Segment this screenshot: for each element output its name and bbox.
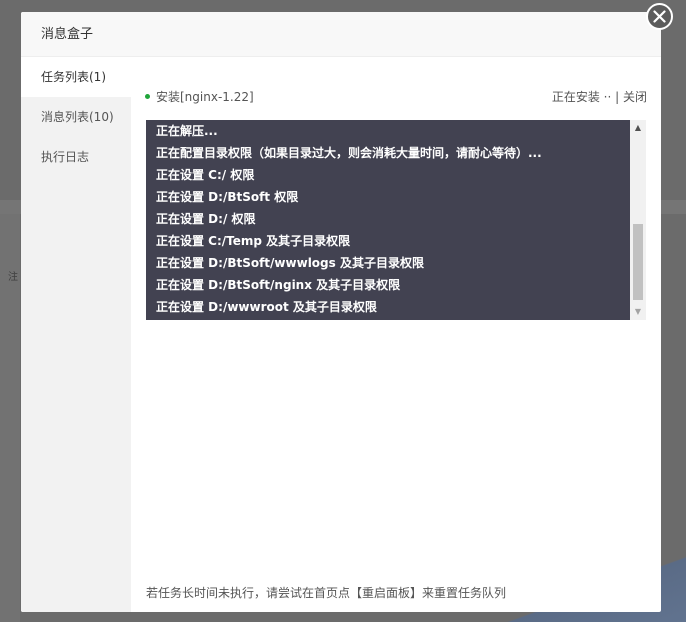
close-icon[interactable]	[646, 3, 673, 30]
log-line: 正在设置 C:/Temp 及其子目录权限	[156, 234, 351, 248]
task-close-button[interactable]: | 关闭	[615, 90, 647, 104]
log-line: 正在设置 C:/ 权限	[156, 168, 255, 182]
log-lines: 正在解压... 正在配置目录权限（如果目录过大，则会消耗大量时间，请耐心等待）.…	[146, 120, 630, 318]
log-scrollbar[interactable]: ▲ ▼	[630, 120, 646, 320]
log-line: 正在解压...	[156, 124, 218, 138]
sidebar-item-label: 任务列表(1)	[41, 70, 106, 84]
close-x-glyph	[653, 10, 666, 23]
task-queue-hint: 若任务长时间未执行，请尝试在首页点【重启面板】来重置任务队列	[146, 586, 507, 600]
log-line: 正在配置目录权限（如果目录过大，则会消耗大量时间，请耐心等待）...	[156, 146, 542, 160]
task-actions: 正在安装 ·· | 关闭	[552, 88, 647, 106]
background-partial-text: 注	[8, 272, 18, 283]
message-box-modal: 消息盒子 任务列表(1) 消息列表(10) 执行日志 安装[nginx-1.22…	[21, 12, 661, 612]
sidebar-item-label: 执行日志	[41, 150, 90, 164]
log-line: 正在设置 D:/BtSoft/wwwlogs 及其子目录权限	[156, 256, 424, 270]
modal-title: 消息盒子	[21, 12, 661, 57]
scroll-thumb[interactable]	[633, 224, 643, 300]
log-line: 正在设置 D:/BtSoft 权限	[156, 190, 299, 204]
scroll-up-icon[interactable]: ▲	[630, 120, 646, 136]
scroll-down-icon[interactable]: ▼	[630, 304, 646, 320]
task-name: 安装[nginx-1.22]	[156, 90, 254, 104]
modal-sidebar: 任务列表(1) 消息列表(10) 执行日志	[21, 57, 131, 612]
log-line: 正在设置 D:/BtSoft/nginx 及其子目录权限	[156, 278, 401, 292]
task-row: 安装[nginx-1.22] 正在安装 ·· | 关闭	[145, 88, 647, 106]
log-line: 正在设置 D:/ 权限	[156, 212, 256, 226]
sidebar-item-task-list[interactable]: 任务列表(1)	[21, 57, 131, 97]
status-dot-icon	[145, 94, 150, 99]
log-line: 正在设置 D:/wwwroot 及其子目录权限	[156, 300, 377, 314]
sidebar-item-label: 消息列表(10)	[41, 110, 114, 124]
task-content: 安装[nginx-1.22] 正在安装 ·· | 关闭 正在解压... 正在配置…	[131, 57, 661, 612]
sidebar-item-execution-log[interactable]: 执行日志	[21, 137, 131, 177]
sidebar-item-message-list[interactable]: 消息列表(10)	[21, 97, 131, 137]
task-status: 正在安装 ··	[551, 90, 612, 104]
install-log-console[interactable]: 正在解压... 正在配置目录权限（如果目录过大，则会消耗大量时间，请耐心等待）.…	[146, 120, 646, 320]
